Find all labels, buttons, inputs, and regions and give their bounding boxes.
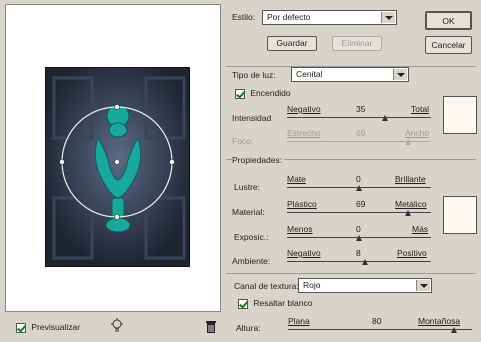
trash-icon[interactable] [205, 320, 217, 336]
ellipse-handle-right[interactable] [169, 159, 175, 165]
gloss-label: Lustre: [234, 182, 260, 192]
ambience-slider-thumb[interactable] [361, 259, 368, 265]
gloss-min-label: Mate [287, 174, 306, 184]
chevron-down-icon [416, 280, 430, 291]
ok-button[interactable]: OK [425, 11, 472, 30]
intensity-slider-thumb[interactable] [381, 115, 388, 121]
height-value: 80 [372, 316, 382, 326]
light-on-checkbox[interactable]: Encendido [235, 88, 291, 99]
texture-channel-label: Canal de textura: [234, 281, 299, 291]
ambience-label: Ambiente: [232, 256, 271, 266]
style-select-value: Por defecto [267, 12, 311, 22]
material-label: Material: [232, 207, 265, 217]
light-on-check-box[interactable] [235, 88, 245, 99]
light-type-label: Tipo de luz: [232, 70, 278, 80]
focus-value: 69 [356, 128, 366, 138]
chevron-down-icon [381, 12, 395, 23]
save-button[interactable]: Guardar [267, 36, 317, 51]
focus-slider-thumb[interactable] [404, 139, 411, 145]
preview-check-box[interactable] [16, 322, 26, 333]
cancel-button[interactable]: Cancelar [425, 36, 472, 54]
ellipse-center-handle[interactable] [114, 159, 120, 165]
texture-channel-value: Rojo [303, 280, 321, 290]
texture-channel-select[interactable]: Rojo [298, 278, 432, 293]
ellipse-handle-bottom[interactable] [114, 214, 120, 220]
exposure-min-label: Menos [287, 224, 313, 234]
material-max-label: Metálico [395, 199, 427, 209]
light-ellipse-overlay[interactable] [45, 67, 190, 267]
intensity-max-label: Total [411, 104, 429, 114]
material-min-label: Plástico [287, 199, 317, 209]
ellipse-handle-top[interactable] [114, 104, 120, 110]
white-high-label: Resaltar blanco [253, 298, 313, 308]
divider [226, 273, 476, 274]
ambience-max-label: Positivo [397, 248, 427, 258]
style-select[interactable]: Por defecto [262, 10, 397, 25]
light-bulb-icon[interactable] [110, 318, 124, 336]
ambience-value: 8 [356, 248, 361, 258]
intensity-slider-track[interactable] [287, 117, 431, 118]
gloss-value: 0 [356, 174, 361, 184]
light-type-value: Cenital [296, 69, 323, 79]
light-color-swatch[interactable] [443, 96, 477, 134]
gloss-max-label: Brillante [395, 174, 426, 184]
white-high-checkbox[interactable]: Resaltar blanco [238, 298, 312, 309]
ambient-color-swatch[interactable] [443, 196, 477, 234]
height-slider-track[interactable] [288, 329, 472, 330]
exposure-slider-thumb[interactable] [356, 235, 362, 241]
ambience-min-label: Negativo [287, 248, 321, 258]
intensity-value: 35 [356, 104, 366, 114]
ambience-slider-track[interactable] [287, 261, 431, 262]
style-label: Estilo: [232, 12, 256, 22]
focus-min-label: Estrecho [287, 128, 321, 138]
material-value: 69 [356, 199, 366, 209]
material-slider-thumb[interactable] [404, 210, 411, 216]
height-slider-thumb[interactable] [450, 327, 457, 333]
exposure-value: 0 [356, 224, 361, 234]
focus-max-label: Ancho [405, 128, 430, 138]
height-label: Altura: [236, 323, 261, 333]
delete-button[interactable]: Eliminar [332, 36, 382, 51]
preview-checkbox[interactable]: Previsualizar [16, 322, 80, 333]
white-high-check-box[interactable] [238, 298, 248, 309]
exposure-label: Exposic.: [234, 232, 269, 242]
light-on-label: Encendido [250, 88, 291, 98]
height-min-label: Plana [288, 316, 310, 326]
light-type-select[interactable]: Cenital [291, 67, 409, 82]
intensity-label: Intensidad [232, 113, 272, 123]
height-max-label: Montañosa [418, 316, 461, 326]
exposure-max-label: Más [412, 224, 429, 234]
intensity-min-label: Negativo [287, 104, 321, 114]
properties-title: Propiedades: [232, 155, 285, 165]
chevron-down-icon [393, 69, 407, 80]
gloss-slider-thumb[interactable] [356, 185, 362, 191]
preview-label: Previsualizar [31, 322, 81, 332]
focus-label: Foco: [232, 136, 254, 146]
ellipse-handle-left[interactable] [59, 159, 65, 165]
